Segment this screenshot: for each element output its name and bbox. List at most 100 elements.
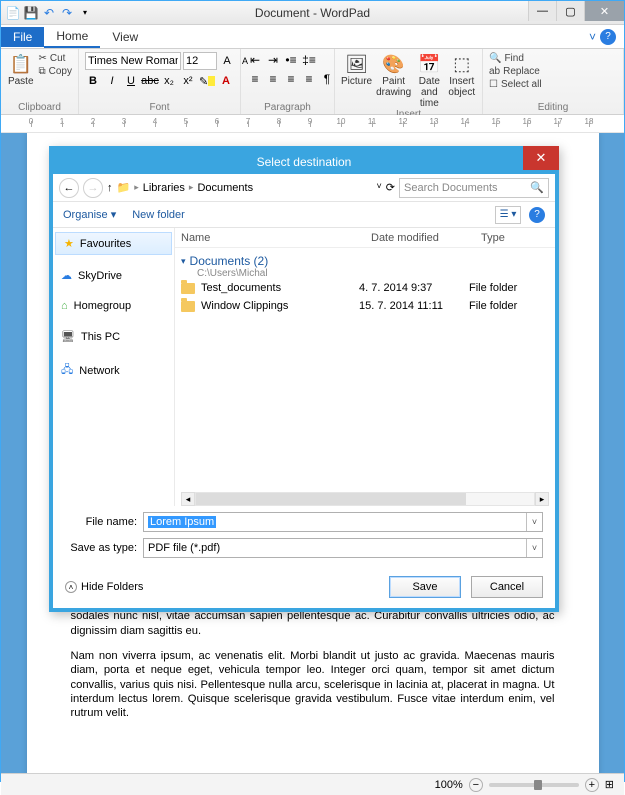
file-name-label: File name: bbox=[65, 516, 143, 528]
col-type-header[interactable]: Type bbox=[475, 232, 555, 244]
minimize-button[interactable]: — bbox=[528, 1, 556, 21]
view-mode-button[interactable]: ☰ ▾ bbox=[495, 206, 521, 224]
select-all-icon: ☐ bbox=[489, 79, 498, 90]
sidebar-item-this-pc[interactable]: 🖥This PC bbox=[53, 326, 174, 347]
horizontal-scrollbar[interactable]: ◂ ▸ bbox=[181, 492, 549, 506]
file-name-input[interactable]: Lorem Ipsum˅ bbox=[143, 512, 543, 532]
file-tab[interactable]: File bbox=[1, 27, 44, 47]
nav-up-button[interactable]: ↑ bbox=[107, 182, 113, 194]
dialog-title: Select destination bbox=[257, 155, 352, 169]
save-type-select[interactable]: PDF file (*.pdf)˅ bbox=[143, 538, 543, 558]
document-body[interactable]: sollicitudin nulla. Aenean dignissim est… bbox=[71, 595, 555, 721]
paragraph-mark-button[interactable]: ¶ bbox=[319, 71, 335, 87]
help-icon[interactable]: ? bbox=[600, 29, 616, 45]
replace-button[interactable]: abReplace bbox=[489, 65, 540, 78]
close-button[interactable]: ✕ bbox=[584, 1, 624, 21]
scroll-right-button[interactable]: ▸ bbox=[535, 492, 549, 506]
paragraph-text[interactable]: Nam non viverra ipsum, ac venenatis elit… bbox=[71, 649, 555, 721]
search-icon: 🔍 bbox=[530, 181, 544, 194]
zoom-in-button[interactable]: + bbox=[585, 778, 599, 792]
folder-group-header[interactable]: ▾Documents (2) bbox=[175, 248, 555, 268]
refresh-icon[interactable]: ⟳ bbox=[386, 181, 395, 194]
align-center-button[interactable]: ≡ bbox=[265, 71, 281, 87]
clipboard-group: 📋Paste ✂Cut ⧉Copy Clipboard bbox=[1, 49, 79, 114]
highlight-button[interactable]: ✎ bbox=[199, 73, 215, 89]
breadcrumb[interactable]: 📁 ▸ Libraries ▸ Documents ˅⟳ bbox=[117, 181, 396, 194]
dialog-close-button[interactable]: ✕ bbox=[523, 146, 559, 170]
font-color-button[interactable]: A bbox=[218, 73, 234, 89]
undo-icon[interactable]: ↶ bbox=[41, 4, 57, 22]
view-mode-icon[interactable]: ⊞ bbox=[605, 778, 614, 791]
sidebar-item-homegroup[interactable]: ⌂Homegroup bbox=[53, 296, 174, 316]
line-spacing-button[interactable]: ‡≡ bbox=[301, 52, 317, 68]
bold-button[interactable]: B bbox=[85, 73, 101, 89]
zoom-slider[interactable] bbox=[489, 783, 579, 787]
find-button[interactable]: 🔍Find bbox=[489, 52, 524, 65]
paint-icon: 🎨 bbox=[382, 52, 406, 76]
underline-button[interactable]: U bbox=[123, 73, 139, 89]
italic-button[interactable]: I bbox=[104, 73, 120, 89]
save-icon[interactable]: 💾 bbox=[23, 4, 39, 22]
font-size-select[interactable] bbox=[183, 52, 217, 70]
file-row[interactable]: Test_documents 4. 7. 2014 9:37 File fold… bbox=[175, 279, 555, 297]
qat-dropdown-icon[interactable]: ▾ bbox=[77, 4, 93, 22]
file-row[interactable]: Window Clippings 15. 7. 2014 11:11 File … bbox=[175, 297, 555, 315]
col-name-header[interactable]: Name bbox=[175, 232, 365, 244]
decrease-indent-button[interactable]: ⇤ bbox=[247, 52, 263, 68]
ruler[interactable]: 0123456789101112131415161718 bbox=[1, 115, 624, 133]
sidebar-item-skydrive[interactable]: ☁SkyDrive bbox=[53, 265, 174, 286]
copy-button[interactable]: ⧉Copy bbox=[39, 65, 73, 78]
subscript-button[interactable]: x₂ bbox=[161, 73, 177, 89]
sidebar-item-network[interactable]: 🖧Network bbox=[53, 357, 174, 384]
zoom-out-button[interactable]: − bbox=[469, 778, 483, 792]
align-left-button[interactable]: ≡ bbox=[247, 71, 263, 87]
sidebar-item-label: Favourites bbox=[80, 238, 131, 250]
save-button[interactable]: Save bbox=[389, 576, 461, 598]
organise-button[interactable]: Organise ▾ bbox=[63, 208, 116, 221]
save-type-label: Save as type: bbox=[65, 542, 143, 554]
dialog-help-icon[interactable]: ? bbox=[529, 207, 545, 223]
find-icon: 🔍 bbox=[489, 53, 501, 64]
breadcrumb-dropdown-icon[interactable]: ˅ bbox=[377, 181, 382, 194]
file-type: File folder bbox=[469, 282, 549, 294]
sidebar-favourites[interactable]: ★Favourites bbox=[55, 232, 172, 255]
search-placeholder: Search Documents bbox=[404, 182, 498, 194]
scroll-left-button[interactable]: ◂ bbox=[181, 492, 195, 506]
paint-button[interactable]: 🎨Paint drawing bbox=[376, 52, 411, 98]
copy-label: Copy bbox=[49, 66, 72, 77]
search-input[interactable]: Search Documents 🔍 bbox=[399, 178, 549, 198]
breadcrumb-item[interactable]: Documents bbox=[197, 182, 253, 194]
maximize-button[interactable]: ▢ bbox=[556, 1, 584, 21]
increase-indent-button[interactable]: ⇥ bbox=[265, 52, 281, 68]
col-date-header[interactable]: Date modified bbox=[365, 232, 475, 244]
save-type-dropdown-icon[interactable]: ˅ bbox=[526, 539, 542, 557]
grow-font-button[interactable]: A bbox=[219, 53, 235, 69]
align-right-button[interactable]: ≡ bbox=[283, 71, 299, 87]
align-justify-button[interactable]: ≡ bbox=[301, 71, 317, 87]
bullet-list-button[interactable]: •≡ bbox=[283, 52, 299, 68]
hide-folders-button[interactable]: ˄Hide Folders bbox=[65, 581, 143, 593]
redo-icon[interactable]: ↷ bbox=[59, 4, 75, 22]
paragraph-label: Paragraph bbox=[247, 102, 328, 113]
picture-button[interactable]: 🖼Picture bbox=[341, 52, 372, 87]
window-title: Document - WordPad bbox=[255, 6, 370, 20]
cut-button[interactable]: ✂Cut bbox=[39, 52, 73, 65]
new-folder-button[interactable]: New folder bbox=[132, 209, 185, 221]
ribbon-toggle-icon[interactable]: ˅ bbox=[589, 30, 596, 44]
insert-object-button[interactable]: ⬚Insert object bbox=[448, 52, 476, 98]
view-tab[interactable]: View bbox=[100, 27, 150, 47]
dialog-titlebar: Select destination ✕ bbox=[53, 150, 555, 174]
superscript-button[interactable]: x² bbox=[180, 73, 196, 89]
nav-back-button[interactable]: ← bbox=[59, 178, 79, 198]
home-tab[interactable]: Home bbox=[44, 26, 100, 48]
select-all-button[interactable]: ☐Select all bbox=[489, 78, 542, 91]
breadcrumb-item[interactable]: Libraries bbox=[143, 182, 185, 194]
font-family-select[interactable] bbox=[85, 52, 181, 70]
datetime-button[interactable]: 📅Date and time bbox=[415, 52, 443, 109]
file-name-dropdown-icon[interactable]: ˅ bbox=[526, 513, 542, 531]
strike-button[interactable]: abc bbox=[142, 73, 158, 89]
file-type: File folder bbox=[469, 300, 549, 312]
cancel-button[interactable]: Cancel bbox=[471, 576, 543, 598]
nav-forward-button[interactable]: → bbox=[83, 178, 103, 198]
paste-button[interactable]: 📋Paste bbox=[7, 52, 35, 87]
